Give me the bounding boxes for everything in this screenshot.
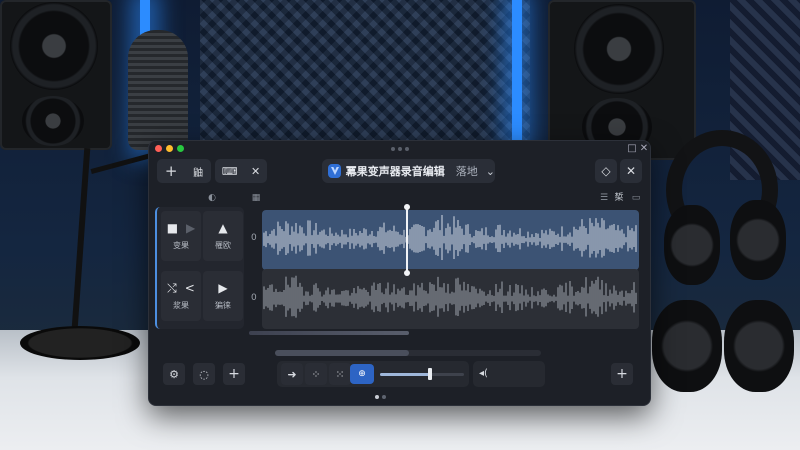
track-2-offset: 0 [251,293,257,303]
studio-speaker-left [0,0,112,150]
acoustic-foam-panel [200,0,530,160]
drag-handle-icon[interactable] [391,147,409,151]
add-button[interactable]: + [165,162,178,180]
title-bar: □ ✕ [149,141,650,157]
close-panel-button[interactable]: ✕ [251,165,260,178]
list-icon[interactable]: ☰ [599,193,609,203]
diamond-button[interactable]: ◇ [595,159,617,183]
timeline-scroll-indicator[interactable] [249,331,409,335]
window-traffic-lights [155,145,184,152]
navigate-label: 罹欧 [215,240,231,250]
navigate-button[interactable]: ▲ 罹欧 [203,211,243,261]
dismiss-button[interactable]: ✕ [620,159,642,183]
track-1-offset: 0 [251,233,257,243]
shuffle-button[interactable]: ⤭ < 浆果 [161,271,201,321]
minimize-window-icon[interactable] [166,145,173,152]
audio-track-1[interactable] [262,210,639,270]
close-window-icon[interactable] [155,145,162,152]
microphone [128,30,188,150]
headphones-desk [652,300,722,392]
scrollbar-thumb[interactable] [275,350,409,356]
link-button[interactable]: 鼬 [193,164,203,179]
track-controls-panel: ■ ▶ 变果 ▲ 罹欧 ⤭ < 浆果 ▶ 猵徕 [155,207,244,329]
volume-slider-fill [380,373,431,376]
stop-icon: ■ [166,220,179,235]
toolbar: + 鼬 ⌨ ✕ 冪果变声器录音编辑 落地 ⌄ ◇ ✕ [157,159,644,185]
add-group: + 鼬 [157,159,211,183]
refresh-button[interactable]: ◌ [193,363,215,385]
play-icon: ▶ [218,280,228,295]
snap-button[interactable]: ⁙ [329,363,351,385]
playhead-handle-bottom[interactable] [404,270,410,276]
volume-group: ◂( [473,361,545,387]
close-icon[interactable]: ✕ [639,144,649,154]
chevron-down-icon: ⌄ [485,164,495,178]
effect-toggle-button[interactable]: ⊕ [350,364,374,384]
add-button-right[interactable]: + [611,363,633,385]
volume-slider[interactable] [380,373,464,376]
app-title: 冪果变声器录音编辑 [345,165,445,178]
view-label[interactable]: 椞 [613,193,625,203]
playhead-handle-top[interactable] [404,204,410,210]
share-icon: < [184,280,195,295]
add-track-button[interactable]: + [223,363,245,385]
sub-toolbar: ◐ ▦ ☰ 椞 ▭ [149,190,650,206]
page-dot[interactable] [382,395,386,399]
arrow-right-icon[interactable]: ➜ [281,363,303,385]
app-window: □ ✕ + 鼬 ⌨ ✕ 冪果变声器录音编辑 落地 ⌄ ◇ ✕ ◐ ▦ ☰ 椞 ▭… [148,140,651,406]
bottom-toolbar: ⚙ ◌ + ➜ ⁘ ⁙ ⊕ ◂( + [155,361,646,389]
play-disabled-icon: ▶ [186,220,196,235]
play-label: 猵徕 [215,300,231,310]
globe-icon[interactable]: ◐ [207,193,217,203]
playhead[interactable] [406,207,408,273]
project-title-dropdown[interactable]: 冪果变声器录音编辑 落地 ⌄ [322,159,495,183]
input-group: ⌨ ✕ [215,159,267,183]
shuffle-icon: ⤭ [167,280,177,295]
stop-label: 变果 [173,240,189,250]
horizontal-scrollbar[interactable] [275,350,541,356]
waveform-2 [263,275,637,318]
led-light-strip [512,0,522,150]
play-button[interactable]: ▶ 猵徕 [203,271,243,321]
stop-button[interactable]: ■ ▶ 变果 [161,211,201,261]
restore-window-icon[interactable]: □ [627,144,637,154]
app-subtitle: 落地 [455,165,478,178]
page-indicator [375,395,386,399]
panel-icon[interactable]: ▭ [631,193,641,203]
grid-button[interactable]: ⁘ [305,363,327,385]
audio-track-2[interactable] [262,269,639,329]
volume-slider-knob[interactable] [428,368,433,380]
maximize-window-icon[interactable] [177,145,184,152]
mic-stand-base [20,326,140,360]
grid-icon[interactable]: ▦ [251,193,261,203]
app-logo-icon [328,164,341,178]
shuffle-label: 浆果 [173,300,189,310]
settings-button[interactable]: ⚙ [163,363,185,385]
studio-speaker-right [548,0,696,160]
page-dot-active[interactable] [375,395,379,399]
volume-icon[interactable]: ◂( [479,368,488,379]
waveform-1 [263,214,637,261]
keyboard-icon[interactable]: ⌨ [222,165,238,178]
navigate-icon: ▲ [218,220,228,235]
